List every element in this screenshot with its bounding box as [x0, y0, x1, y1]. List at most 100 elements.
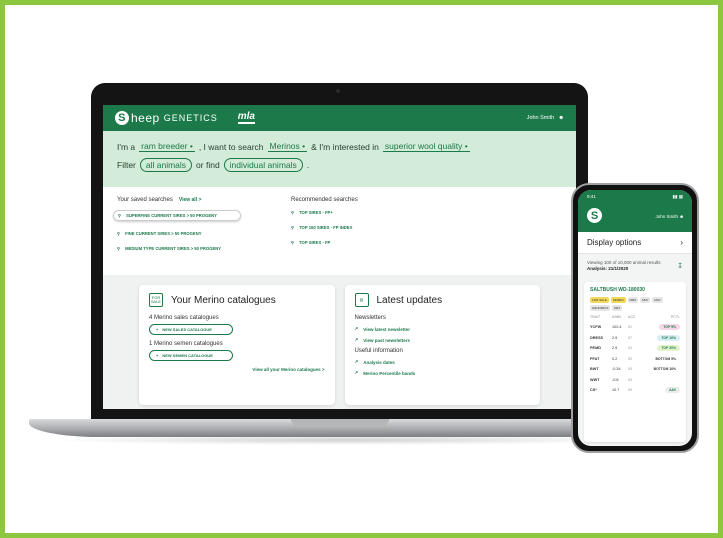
filter-text: Filter — [117, 160, 136, 170]
percentile-badge: BOTTOM 5% — [651, 355, 680, 362]
trait-row: CS* 10.7 85 AAV — [590, 385, 680, 396]
animal-tag: SEMEN — [610, 297, 626, 303]
search-icon: ⚲ — [291, 210, 295, 215]
recommended-search-item[interactable]: ⚲ TOP SIRES - FP+ — [291, 210, 358, 215]
phone-nav: 9:41 ▮▮ ▩ S John Smith ☻ — [578, 190, 692, 232]
phone-user[interactable]: John Smith ☻ — [655, 214, 684, 219]
trait-row: PFAT 0.2 85 BOTTOM 5% — [590, 354, 680, 365]
brand-logo[interactable]: S heep GENETICS — [115, 111, 218, 125]
recommended-title: Recommended searches — [291, 197, 358, 203]
trait-trait: YCFW — [590, 325, 602, 330]
recommended-search-item[interactable]: ⚲ TOP SIRES - FP — [291, 240, 358, 245]
laptop-lid: S heep GENETICS mla John Smith ☻ I'm a r… — [91, 83, 588, 421]
analysis-date: 21/1/2020 — [608, 266, 629, 271]
breed-select[interactable]: Merinos • — [267, 141, 308, 152]
animal-tag: GENOMICS — [590, 305, 611, 311]
animal-tag: FOR SALE — [590, 297, 609, 303]
catalogues-title: Your Merino catalogues — [171, 294, 276, 306]
percentile-badge: TOP 10% — [657, 334, 680, 341]
animal-name: SALTBUSH WD-180030 — [590, 287, 645, 293]
saved-searches-title: Your saved searches View all > — [117, 197, 241, 203]
role-select[interactable]: ram breeder • — [139, 141, 195, 152]
interest-select[interactable]: superior wool quality • — [382, 141, 470, 152]
new-sales-label: NEW SALES CATALOGUE — [162, 327, 212, 332]
animal-card[interactable]: SALTBUSH WD-180030 FOR SALE SEMEN MRS MLP ML… — [584, 282, 686, 442]
brand-name: heep — [131, 111, 160, 125]
newspaper-icon: ▤ — [354, 293, 369, 307]
trait-acc: 85 — [628, 377, 633, 382]
individual-animals-button[interactable]: individual animals — [223, 158, 303, 172]
latest-newsletter-link[interactable]: ↗ View latest newsletter — [355, 326, 531, 332]
useful-info-heading: Useful information — [354, 348, 403, 354]
search-icon: ⚲ — [291, 240, 295, 245]
user-icon: ☻ — [558, 115, 564, 121]
percentile-bands-label: Merino Percentile bands — [363, 370, 416, 376]
saved-title-text: Your saved searches — [117, 197, 173, 203]
trait-acc: 85 — [628, 388, 633, 393]
trait-acc: 84 — [628, 346, 633, 351]
im-a-text: I'm a — [117, 141, 136, 152]
search-hero: I'm a ram breeder • , I want to search M… — [103, 131, 576, 187]
recommended-searches: Recommended searches ⚲ TOP SIRES - FP+ ⚲ T… — [291, 197, 358, 265]
trait-row: PEMD 2.9 84 TOP 20% — [590, 343, 680, 354]
display-options-label: Display options — [587, 238, 642, 247]
user-menu[interactable]: John Smith ☻ — [527, 115, 564, 121]
search-icon: ⚲ — [291, 225, 295, 230]
past-newsletters-link[interactable]: ↗ View past newsletters — [355, 337, 531, 343]
trait-row: DRESS 2.9 87 TOP 10% — [590, 333, 680, 344]
saved-search-item[interactable]: ⚲ FINE CURRENT SIRES > 50 PROGENY — [117, 231, 241, 236]
download-icon[interactable]: ↧ — [677, 263, 683, 270]
new-sales-catalogue-button[interactable]: + NEW SALES CATALOGUE — [149, 324, 233, 335]
trait-trait: CS* — [590, 388, 597, 393]
saved-search-item[interactable]: ⚲ SUPERFINE CURRENT SIRES > 50 PROGENY — [113, 210, 241, 221]
trait-trait: DRESS — [590, 335, 604, 340]
trait-trait: PFAT — [590, 356, 600, 361]
external-link-icon: ↗ — [354, 359, 359, 364]
view-all-catalogues-link[interactable]: View all your Merino catalogues > — [149, 367, 324, 372]
trait-header-cell: ACC — [628, 315, 636, 319]
recommended-search-label: TOP SIRES - FP — [299, 240, 331, 245]
external-link-icon: ↗ — [354, 370, 359, 375]
sales-count: 4 Merino sales catalogues — [149, 315, 219, 321]
catalogues-card: FOR SALE Your Merino catalogues 4 Merino … — [139, 285, 335, 405]
trait-acc: 85 — [628, 367, 633, 372]
analysis-dates-link[interactable]: ↗ Analysis dates — [355, 359, 531, 365]
laptop-screen: S heep GENETICS mla John Smith ☻ I'm a r… — [103, 105, 576, 409]
new-semen-catalogue-button[interactable]: + NEW SEMEN CATALOGUE — [149, 350, 233, 361]
status-bar: 9:41 ▮▮ ▩ — [587, 194, 683, 200]
percentile-badge: AAV — [665, 387, 680, 394]
animal-tag: MLP — [652, 297, 663, 303]
external-link-icon: ↗ — [354, 326, 359, 331]
display-options-bar[interactable]: Display options › — [578, 232, 692, 254]
trait-trait: BWT — [590, 367, 599, 372]
plus-icon: + — [156, 353, 159, 358]
saved-search-label: MEDIUM TYPE CURRENT SIRES > 50 PROGENY — [125, 246, 222, 251]
page-frame: S heep GENETICS mla John Smith ☻ I'm a r… — [0, 0, 723, 538]
camera-dot — [336, 89, 340, 93]
search-icon: ⚲ — [117, 246, 121, 251]
trait-acc: 87 — [628, 335, 633, 340]
animal-tags: FOR SALE SEMEN MRS MLP MLP GENOMICS RET — [590, 297, 680, 311]
trait-header: TRAIT ASBV ACC PCTL — [590, 315, 680, 319]
want-search-text: , I want to search — [198, 141, 264, 152]
interested-text: & I'm interested in — [311, 141, 379, 152]
saved-search-item[interactable]: ⚲ MEDIUM TYPE CURRENT SIRES > 50 PROGENY — [117, 246, 241, 251]
trait-row: BWT -0.34 85 BOTTOM 10% — [590, 364, 680, 375]
for-sale-icon: FOR SALE — [149, 293, 163, 307]
percentile-badge: TOP 5% — [659, 324, 680, 331]
chevron-right-icon: › — [680, 238, 683, 247]
trait-row: YCFW 102.4 80 TOP 5% — [590, 322, 680, 333]
animal-tag: RET — [612, 305, 623, 311]
recommended-search-item[interactable]: ⚲ TOP 150 SIRES - FP INDEX — [291, 225, 358, 230]
all-animals-button[interactable]: all animals — [139, 158, 193, 172]
phone-logo[interactable]: S — [587, 208, 602, 223]
percentile-bands-link[interactable]: ↗ Merino Percentile bands — [355, 370, 531, 376]
trait-rows: YCFW 102.4 80 TOP 5% DRESS 2.9 87 TOP 10% PEMD 2.… — [590, 322, 680, 396]
search-icon: ⚲ — [117, 231, 121, 236]
animal-tag: MRS — [627, 297, 639, 303]
trait-trait: WWT — [590, 377, 600, 382]
or-find-text: or find — [196, 160, 220, 170]
view-all-saved-link[interactable]: View all > — [179, 197, 202, 203]
trait-trait: PEMD — [590, 346, 601, 351]
mla-logo: mla — [237, 111, 255, 124]
